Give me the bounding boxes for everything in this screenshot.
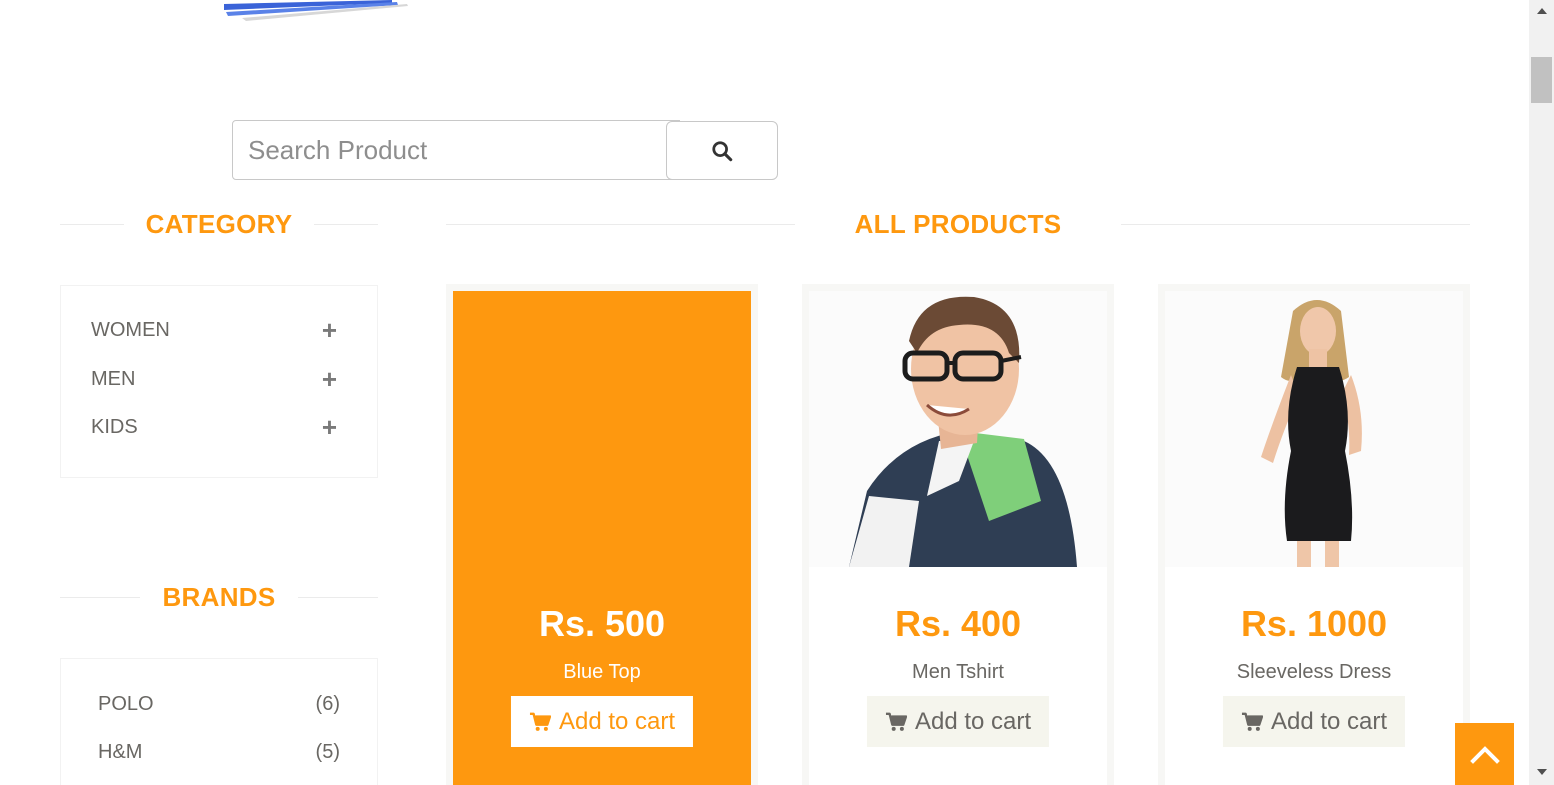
site-logo-fragment[interactable] [222,0,412,22]
chevron-up-icon [1469,746,1500,764]
add-to-cart-label: Add to cart [558,707,676,735]
divider [446,223,795,225]
add-to-cart-button[interactable]: Add to cart [1222,696,1406,747]
category-label: WOMEN [91,318,170,341]
product-name: Blue Top [563,661,641,683]
scroll-down-arrow-icon[interactable] [1537,769,1547,775]
scrollbar-thumb[interactable] [1531,57,1552,103]
shopping-cart-icon [1241,712,1263,731]
plus-icon[interactable]: + [322,366,337,392]
category-heading: CATEGORY [60,204,379,244]
brand-item-hm[interactable]: H&M (5) [98,737,340,767]
product-name: Men Tshirt [912,661,1004,683]
brands-heading: BRANDS [60,577,378,617]
products-title: ALL PRODUCTS [854,208,1062,239]
plus-icon[interactable]: + [322,317,337,343]
scroll-up-arrow-icon[interactable] [1537,8,1547,14]
divider [1121,223,1471,225]
divider [314,223,379,225]
category-label: KIDS [91,415,138,438]
product-card[interactable]: Rs. 1000 Sleeveless Dress Add to cart [1158,284,1470,785]
plus-icon[interactable]: + [322,414,337,440]
add-to-cart-label: Add to cart [914,707,1032,735]
brand-count: (6) [315,692,340,715]
brand-label: POLO [98,692,154,715]
brand-count: (5) [315,740,340,763]
divider [60,223,124,225]
category-item-men[interactable]: MEN + [91,364,337,394]
category-item-women[interactable]: WOMEN + [91,315,337,345]
brands-title: BRANDS [162,581,276,612]
product-name: Sleeveless Dress [1236,661,1392,683]
products-heading: ALL PRODUCTS [446,204,1471,244]
category-title: CATEGORY [145,208,293,239]
product-card[interactable]: Rs. 500 Blue Top Add to cart [446,284,758,785]
scroll-to-top-button[interactable] [1455,723,1514,785]
product-image-sleeveless-dress[interactable] [1165,291,1463,567]
add-to-cart-button[interactable]: Add to cart [510,696,694,747]
search-bar [232,120,778,180]
divider [60,596,141,598]
search-input[interactable] [232,120,680,180]
divider [297,596,378,598]
product-card[interactable]: Rs. 400 Men Tshirt Add to cart [802,284,1114,785]
shopping-cart-icon [529,712,551,731]
add-to-cart-button[interactable]: Add to cart [866,696,1050,747]
product-price: Rs. 1000 [1240,603,1388,644]
shopping-cart-icon [885,712,907,731]
product-image-men-tshirt[interactable] [809,291,1107,567]
category-panel: WOMEN + MEN + KIDS + [60,285,378,478]
man-figure-image [809,291,1107,567]
brand-item-polo[interactable]: POLO (6) [98,689,340,719]
search-icon [712,140,733,161]
category-item-kids[interactable]: KIDS + [91,412,337,442]
woman-figure-image [1165,291,1463,567]
brands-panel: POLO (6) H&M (5) [60,658,378,785]
brand-label: H&M [98,740,143,763]
product-price: Rs. 500 [538,603,666,644]
product-price: Rs. 400 [894,603,1022,644]
category-label: MEN [91,367,136,390]
search-button[interactable] [666,121,778,180]
add-to-cart-label: Add to cart [1270,707,1388,735]
page-scrollbar[interactable] [1529,0,1554,785]
